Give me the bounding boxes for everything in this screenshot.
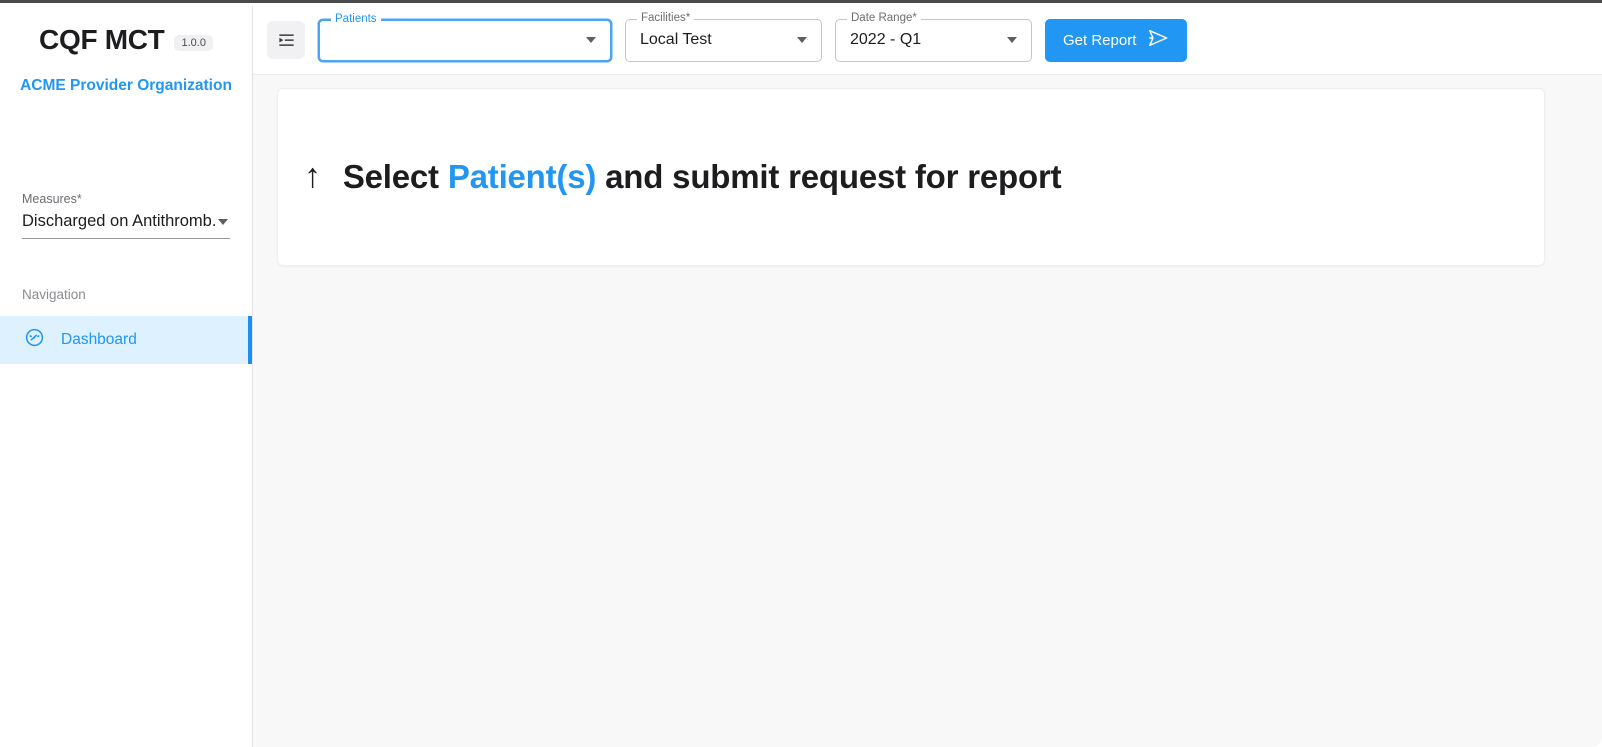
measures-select[interactable]: Discharged on Antithromb... — [22, 212, 230, 239]
app-window: CQF MCT 1.0.0 ACME Provider Organization… — [0, 0, 1602, 747]
speedometer-icon — [24, 327, 45, 353]
measures-required-marker: * — [76, 192, 82, 206]
navigation-heading: Navigation — [22, 287, 86, 302]
empty-state-text-before: Select — [342, 158, 448, 195]
organization-link[interactable]: ACME Provider Organization — [0, 77, 252, 95]
patients-label: Patients — [331, 13, 381, 25]
get-report-button[interactable]: Get Report — [1045, 18, 1188, 62]
date-range-select[interactable]: Date Range* 2022 - Q1 — [835, 12, 1032, 62]
sidebar-item-label: Dashboard — [61, 331, 137, 348]
measures-label-text: Measures — [22, 192, 77, 206]
chevron-down-icon — [797, 37, 807, 43]
measures-field-group: Measures* Discharged on Antithromb... — [22, 192, 230, 239]
navigation-list: Dashboard — [0, 316, 252, 364]
brand: CQF MCT 1.0.0 — [0, 24, 252, 56]
menu-open-icon[interactable] — [267, 21, 305, 59]
date-range-label: Date Range* — [847, 12, 921, 24]
arrow-up-icon: ↑ — [304, 157, 321, 195]
facilities-select[interactable]: Facilities* Local Test — [625, 12, 822, 62]
facilities-label: Facilities* — [637, 12, 695, 24]
measures-selected-value: Discharged on Antithromb... — [22, 212, 218, 230]
measures-label: Measures* — [22, 192, 230, 206]
empty-state-text-after: and submit request for report — [596, 158, 1062, 195]
empty-state-highlight: Patient(s) — [447, 158, 597, 195]
facilities-value: Local Test — [640, 31, 712, 48]
send-icon — [1147, 27, 1169, 53]
empty-state-card: ↑ Select Patient(s) and submit request f… — [277, 88, 1545, 266]
chevron-down-icon — [218, 218, 228, 225]
sidebar-item-dashboard[interactable]: Dashboard — [0, 316, 252, 364]
app-title: CQF MCT — [39, 24, 165, 55]
chevron-down-icon — [586, 37, 596, 43]
main-area: Patients Facilities* Local Test Date Ran… — [253, 6, 1602, 747]
patients-select[interactable]: Patients — [318, 13, 612, 62]
sidebar: CQF MCT 1.0.0 ACME Provider Organization… — [0, 6, 253, 747]
version-badge: 1.0.0 — [174, 35, 213, 51]
date-range-value: 2022 - Q1 — [850, 31, 922, 48]
empty-state-message: ↑ Select Patient(s) and submit request f… — [304, 157, 1062, 196]
toolbar: Patients Facilities* Local Test Date Ran… — [253, 6, 1602, 75]
chevron-down-icon — [1007, 37, 1017, 43]
get-report-label: Get Report — [1063, 31, 1137, 49]
